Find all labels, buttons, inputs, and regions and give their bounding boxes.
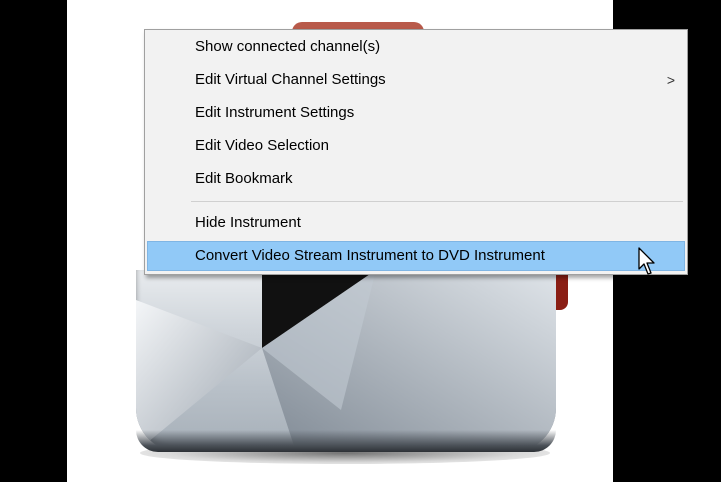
video-stream-instrument[interactable] — [136, 270, 556, 452]
menu-item-label: Hide Instrument — [195, 214, 301, 231]
menu-item-edit-video-selection[interactable]: Edit Video Selection — [147, 131, 685, 161]
arrow-pointer-icon — [638, 247, 655, 275]
menu-item-convert-to-dvd-instrument[interactable]: Convert Video Stream Instrument to DVD I… — [147, 241, 685, 271]
menu-item-hide-instrument[interactable]: Hide Instrument — [147, 208, 685, 238]
menu-item-label: Edit Virtual Channel Settings — [195, 71, 386, 88]
screen: Show connected channel(s) Edit Virtual C… — [0, 0, 721, 482]
instrument-bottom-rim — [136, 430, 556, 452]
menu-separator — [191, 201, 683, 202]
menu-item-edit-instrument-settings[interactable]: Edit Instrument Settings — [147, 98, 685, 128]
chevron-right-icon: > — [666, 72, 675, 88]
menu-item-label: Show connected channel(s) — [195, 38, 381, 55]
menu-item-label: Edit Video Selection — [195, 137, 329, 154]
context-menu: Show connected channel(s) Edit Virtual C… — [144, 29, 688, 275]
menu-item-label: Convert Video Stream Instrument to DVD I… — [195, 247, 545, 264]
menu-item-label: Edit Bookmark — [195, 170, 293, 187]
menu-item-show-connected-channels[interactable]: Show connected channel(s) — [147, 32, 685, 62]
instrument-display-graphic — [136, 270, 556, 452]
menu-item-label: Edit Instrument Settings — [195, 104, 355, 121]
menu-item-edit-virtual-channel-settings[interactable]: Edit Virtual Channel Settings > — [147, 65, 685, 95]
menu-item-edit-bookmark[interactable]: Edit Bookmark — [147, 164, 685, 194]
